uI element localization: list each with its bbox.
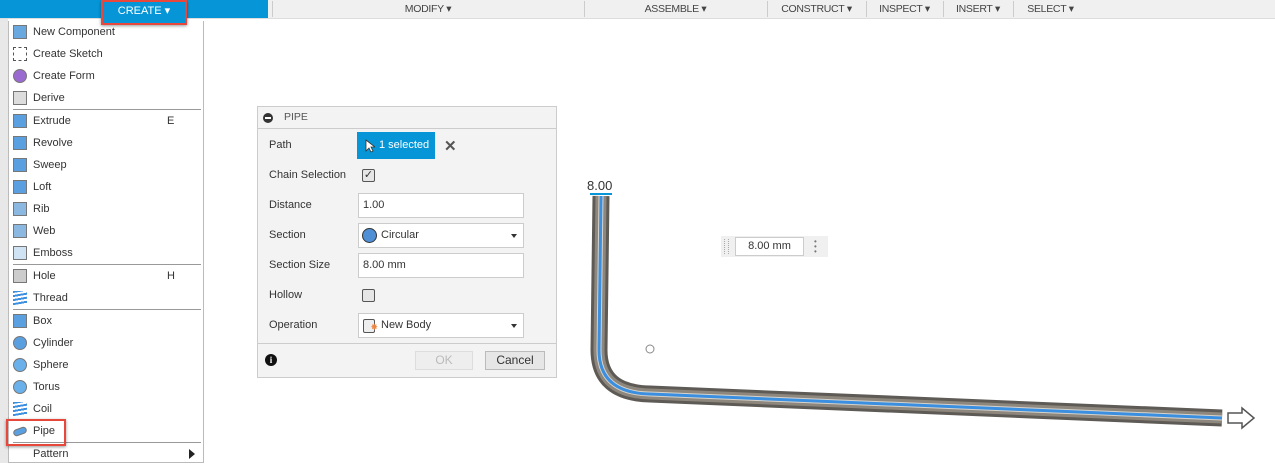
more-options-icon[interactable]: • • • [814,238,817,256]
pipe-body[interactable] [590,195,1223,427]
pivot-point-icon[interactable] [645,344,655,354]
dimension-label: 8.00 [587,178,613,193]
pipe-highlight-box [6,419,66,446]
section-size-manipulator: 8.00 mm • • • [721,236,828,257]
section-size-value-input[interactable]: 8.00 mm [735,237,804,256]
drag-handle-icon[interactable] [724,239,729,254]
pipe-path[interactable] [597,195,1223,420]
pipe-viewport [590,193,1256,430]
direction-arrow-icon[interactable] [1227,406,1256,430]
